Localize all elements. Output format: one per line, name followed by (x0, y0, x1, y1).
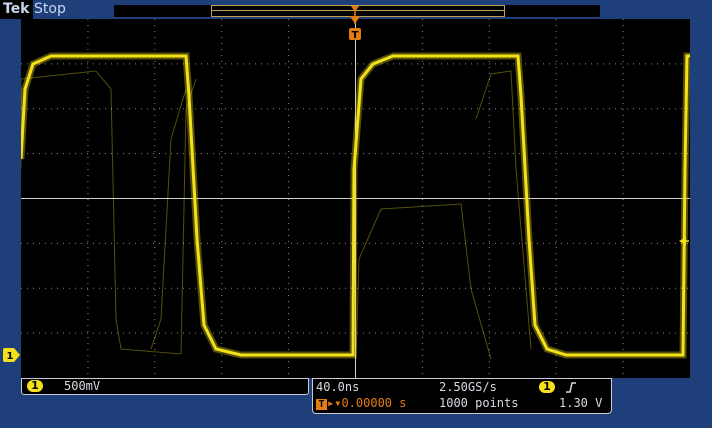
trigger-t-icon: T (316, 399, 327, 410)
persistence-trace (150, 88, 187, 350)
trigger-position-icon[interactable]: T (347, 4, 363, 40)
sample-rate: 2.50GS/s (439, 380, 497, 394)
delay-arrow-icon: ▸▾ (327, 396, 342, 410)
trigger-marker-label: T (352, 30, 359, 40)
record-length: 1000 points (439, 396, 519, 410)
channel-1-badge: 1 (27, 380, 43, 392)
trigger-level: 1.30 V (559, 396, 603, 410)
waveform-graticule (17, 19, 691, 378)
rising-edge-icon (566, 382, 576, 393)
persistence-trace (355, 203, 492, 360)
brand-logo: Tek (0, 0, 33, 19)
channel-1-scale-readout[interactable]: 1 500mV (21, 378, 309, 395)
persistence-trace (20, 70, 197, 355)
time-per-division: 40.0ns (316, 380, 360, 394)
channel-1-ground-icon[interactable]: 1 (2, 348, 22, 362)
waveform-display[interactable] (17, 19, 691, 378)
vertical-scale: 500mV (64, 379, 101, 393)
delay-readout: T ▸▾0.00000 s (316, 396, 406, 410)
trigger-level-arrow-icon[interactable] (678, 236, 690, 246)
delay-value: 0.00000 s (341, 396, 407, 410)
oscilloscope-screen: Tek Stop T 1 1 500mV 40.0ns 2.50GS/s 1 T… (0, 0, 712, 428)
ground-marker-label: 1 (7, 351, 14, 362)
acquisition-status: Stop (34, 1, 66, 17)
trigger-source-badge: 1 (539, 381, 555, 393)
horizontal-trigger-readout[interactable]: 40.0ns 2.50GS/s 1 T ▸▾0.00000 s 1000 poin… (312, 378, 612, 414)
